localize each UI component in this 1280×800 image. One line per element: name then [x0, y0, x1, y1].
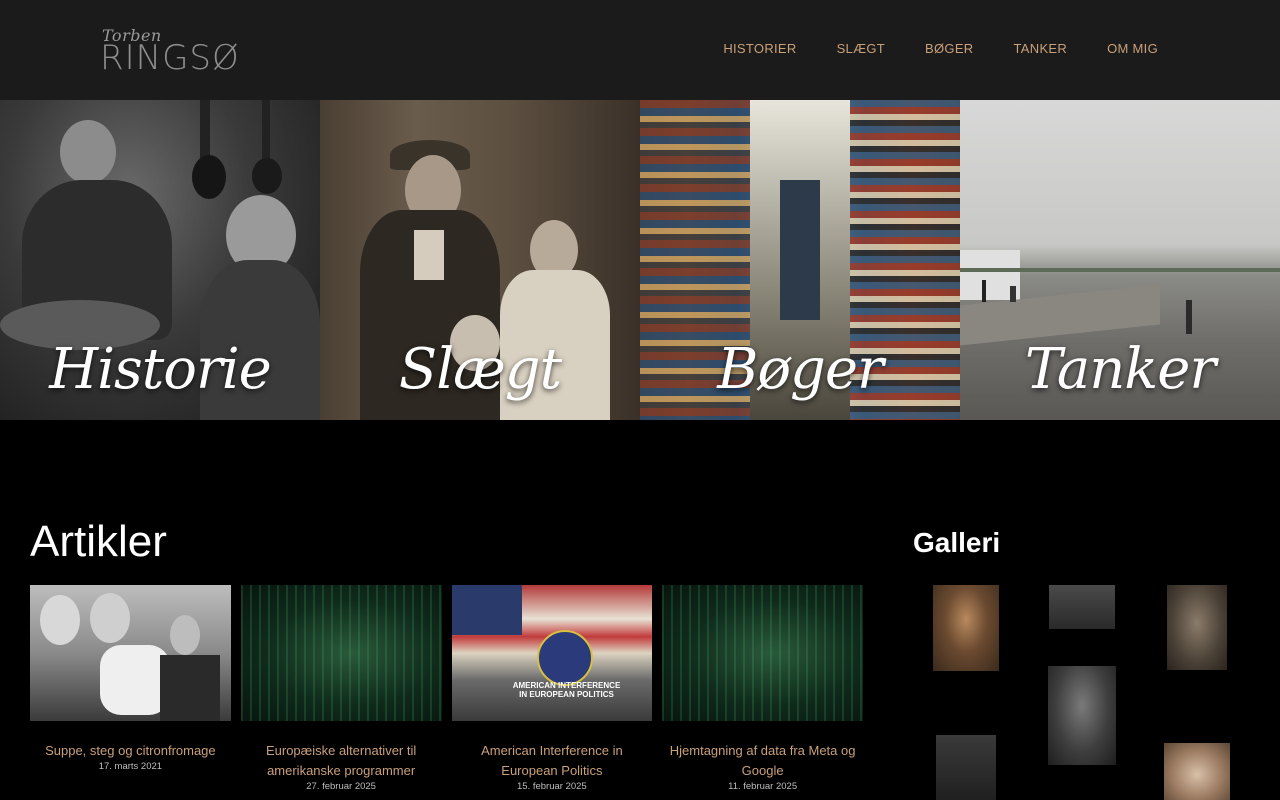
article-card[interactable]: Europæiske alternativer til amerikanske … — [240, 585, 442, 792]
article-date: 11. februar 2025 — [728, 781, 798, 792]
article-title[interactable]: Suppe, steg og citronfromage — [30, 741, 231, 761]
tile-slaegt[interactable]: Slægt — [320, 100, 640, 420]
articles-list: Suppe, steg og citronfromage 17. marts 2… — [30, 585, 863, 792]
nav-tanker[interactable]: TANKER — [1014, 41, 1068, 56]
site-header: Torben RINGSØ HISTORIER SLÆGT BØGER TANK… — [0, 0, 1280, 100]
logo-last-name: RINGSØ — [100, 38, 240, 78]
article-thumbnail[interactable] — [30, 585, 231, 721]
nav-slaegt[interactable]: SLÆGT — [837, 41, 885, 56]
gallery-image[interactable] — [1049, 585, 1115, 629]
gallery-image[interactable] — [933, 585, 999, 671]
article-title[interactable]: American Interference in European Politi… — [452, 741, 653, 781]
site-logo[interactable]: Torben RINGSØ — [100, 26, 240, 78]
tile-caption: Slægt — [398, 337, 562, 402]
nav-historier[interactable]: HISTORIER — [723, 41, 796, 56]
nav-boger[interactable]: BØGER — [925, 41, 973, 56]
article-date: 15. februar 2025 — [517, 781, 587, 792]
article-title[interactable]: Europæiske alternativer til amerikanske … — [241, 741, 442, 781]
hero-tiles: Historie Slægt Bøger Tanker — [0, 100, 1280, 420]
article-date: 27. februar 2025 — [306, 781, 376, 792]
article-title[interactable]: Hjemtagning af data fra Meta og Google — [662, 741, 863, 781]
article-thumbnail[interactable] — [662, 585, 863, 721]
tile-caption: Bøger — [717, 337, 884, 402]
gallery-heading: Galleri — [913, 527, 1001, 558]
article-thumbnail[interactable] — [240, 585, 442, 721]
tile-boger[interactable]: Bøger — [640, 100, 960, 420]
gallery-image[interactable] — [936, 735, 996, 800]
tile-caption: Historie — [49, 337, 272, 402]
article-card[interactable]: Hjemtagning af data fra Meta og Google 1… — [662, 585, 863, 792]
nav-om-mig[interactable]: OM MIG — [1107, 41, 1158, 56]
tile-tanker[interactable]: Tanker — [960, 100, 1280, 420]
thumbnail-text: AMERICAN INTERFERENCE IN EUROPEAN POLITI… — [512, 681, 621, 699]
tile-historie[interactable]: Historie — [0, 100, 320, 420]
articles-heading: Artikler — [30, 517, 167, 566]
gallery-image[interactable] — [1164, 743, 1230, 800]
article-card[interactable]: AMERICAN INTERFERENCE IN EUROPEAN POLITI… — [451, 585, 653, 792]
article-date: 17. marts 2021 — [98, 761, 163, 772]
article-card[interactable]: Suppe, steg og citronfromage 17. marts 2… — [30, 585, 231, 792]
article-thumbnail[interactable]: AMERICAN INTERFERENCE IN EUROPEAN POLITI… — [451, 585, 653, 721]
main-nav: HISTORIER SLÆGT BØGER TANKER OM MIG — [723, 41, 1158, 56]
tile-caption: Tanker — [1024, 337, 1216, 402]
gallery-image[interactable] — [1048, 666, 1116, 765]
gallery-image[interactable] — [1167, 585, 1227, 670]
